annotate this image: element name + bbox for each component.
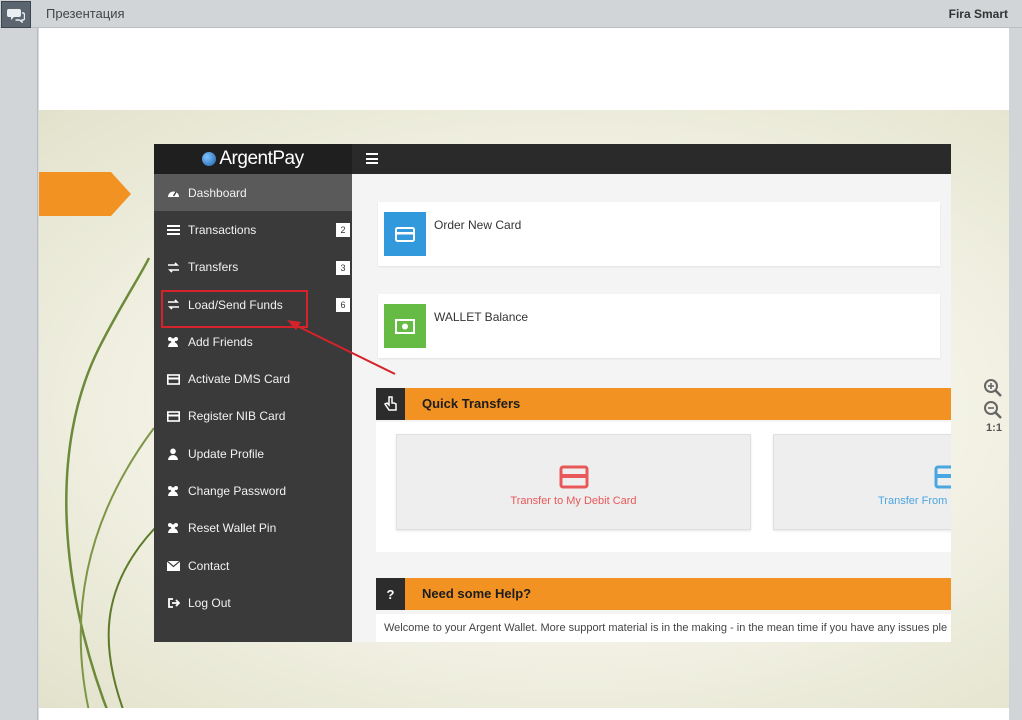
zoom-in-icon[interactable] [983,378,1003,398]
zoom-tools: 1:1 [983,378,1005,434]
zoom-out-icon[interactable] [983,400,1003,420]
chat-bubbles-icon[interactable] [1,1,31,28]
slide-canvas: ArgentPay Dashboard Transactions 2 Transfer… [39,28,1009,720]
annotation-arrow [287,320,396,375]
slide-footer [39,708,1009,720]
left-panel [0,28,38,720]
right-panel [1009,28,1022,720]
presentation-toolbar: Презентация Fira Smart [0,0,1022,28]
zoom-ratio[interactable]: 1:1 [983,422,1005,434]
brand-label: Fira Smart [948,7,1008,21]
window-title: Презентация [46,6,125,21]
